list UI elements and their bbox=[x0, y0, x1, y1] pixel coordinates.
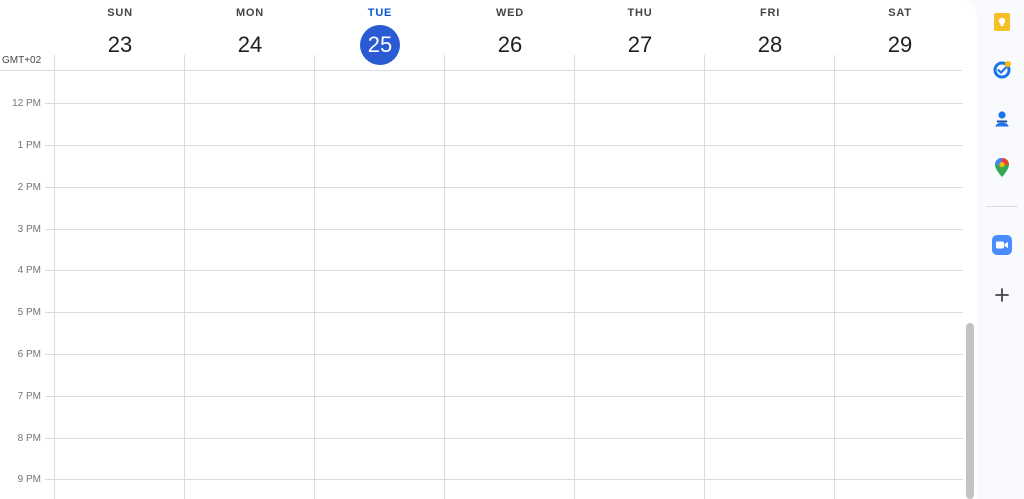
day-header-thu[interactable]: THU 27 bbox=[575, 0, 705, 70]
day-of-week-label: WED bbox=[495, 7, 525, 19]
keep-icon[interactable] bbox=[991, 11, 1013, 33]
day-date-button[interactable]: 24 bbox=[230, 25, 270, 65]
day-of-week-label: MON bbox=[235, 7, 265, 19]
day-column-divider bbox=[834, 55, 835, 499]
day-header-fri[interactable]: FRI 28 bbox=[705, 0, 835, 70]
hour-label: 6 PM bbox=[17, 349, 41, 360]
day-column-divider bbox=[54, 55, 55, 499]
hour-gridline bbox=[45, 354, 963, 355]
day-of-week-label: SAT bbox=[888, 7, 912, 19]
zoom-icon[interactable] bbox=[991, 234, 1013, 256]
day-column-divider bbox=[184, 55, 185, 499]
hour-gridline bbox=[45, 479, 963, 480]
hour-gridline bbox=[45, 103, 963, 104]
day-column-divider bbox=[574, 55, 575, 499]
hour-gridline bbox=[45, 229, 963, 230]
day-header-sat[interactable]: SAT 29 bbox=[835, 0, 965, 70]
day-column-divider bbox=[444, 55, 445, 499]
hour-label: 4 PM bbox=[17, 265, 41, 276]
timezone-label: GMT+02 bbox=[2, 55, 42, 66]
tasks-icon[interactable] bbox=[991, 59, 1013, 81]
add-icon[interactable] bbox=[991, 284, 1013, 306]
day-of-week-label: FRI bbox=[759, 7, 781, 19]
vertical-scrollbar[interactable] bbox=[966, 323, 974, 499]
hour-label: 3 PM bbox=[17, 224, 41, 235]
day-date-button[interactable]: 26 bbox=[490, 25, 530, 65]
hour-label: 12 PM bbox=[12, 98, 41, 109]
today-date-button[interactable]: 25 bbox=[360, 25, 400, 65]
hour-label: 1 PM bbox=[17, 140, 41, 151]
hour-label: 9 PM bbox=[17, 474, 41, 485]
hour-gridline bbox=[45, 396, 963, 397]
maps-icon[interactable] bbox=[991, 157, 1013, 179]
hour-label: 8 PM bbox=[17, 433, 41, 444]
day-header-mon[interactable]: MON 24 bbox=[185, 0, 315, 70]
day-header-tue[interactable]: TUE 25 bbox=[315, 0, 445, 70]
day-date-button[interactable]: 28 bbox=[750, 25, 790, 65]
day-of-week-label: SUN bbox=[107, 7, 133, 19]
hour-gridline bbox=[45, 187, 963, 188]
hour-label: 2 PM bbox=[17, 182, 41, 193]
day-column-divider bbox=[314, 55, 315, 499]
hour-label: 5 PM bbox=[17, 307, 41, 318]
contacts-icon[interactable] bbox=[991, 108, 1013, 130]
day-date-button[interactable]: 29 bbox=[880, 25, 920, 65]
header-divider bbox=[0, 70, 962, 71]
day-of-week-label: TUE bbox=[367, 7, 393, 19]
day-header-wed[interactable]: WED 26 bbox=[445, 0, 575, 70]
hour-gridline bbox=[45, 270, 963, 271]
day-header-sun[interactable]: SUN 23 bbox=[55, 0, 185, 70]
hour-gridline bbox=[45, 312, 963, 313]
calendar-week-view: GMT+02 SUN 23 MON 24 TUE 25 WED 26 THU 2… bbox=[0, 0, 977, 499]
hour-label: 7 PM bbox=[17, 391, 41, 402]
day-date-button[interactable]: 27 bbox=[620, 25, 660, 65]
day-date-button[interactable]: 23 bbox=[100, 25, 140, 65]
hour-gridline bbox=[45, 438, 963, 439]
day-column-divider bbox=[704, 55, 705, 499]
hour-gridline bbox=[45, 145, 963, 146]
side-panel-divider bbox=[986, 206, 1018, 207]
day-of-week-label: THU bbox=[627, 7, 653, 19]
